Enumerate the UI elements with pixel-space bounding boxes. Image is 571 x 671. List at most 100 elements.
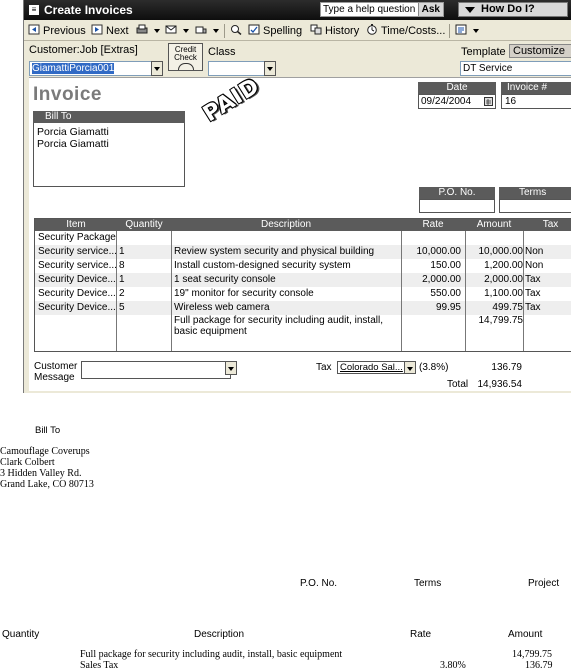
cell-amount[interactable]: 499.75 — [465, 301, 523, 315]
cell-item[interactable]: Security Device... — [38, 287, 116, 301]
tax-dropdown-button[interactable] — [404, 361, 416, 374]
cell-description[interactable]: 1 seat security console — [174, 273, 402, 287]
column-header-tax: Tax — [542, 219, 559, 230]
cell-description[interactable]: Wireless web camera — [174, 301, 402, 315]
cell-rate[interactable]: 10,000.00 — [399, 245, 462, 259]
cell-item[interactable]: Security Device... — [38, 301, 116, 315]
customer-message-select[interactable] — [81, 361, 231, 379]
tax-item-select[interactable]: Colorado Sal... — [337, 361, 405, 374]
cell-quantity[interactable]: 2 — [119, 287, 169, 301]
create-invoices-window: ≡ Create Invoices Type a help question A… — [23, 0, 571, 393]
print-button[interactable] — [136, 24, 160, 38]
cell-tax[interactable]: Non — [525, 259, 565, 273]
column-divider — [401, 231, 402, 351]
spelling-button[interactable]: Spelling — [248, 24, 302, 38]
invoice-form: Invoice PAID Porcia Giamatti Porcia Giam… — [29, 73, 571, 391]
find-button[interactable] — [230, 24, 245, 38]
date-field[interactable]: 09/24/2004 — [418, 94, 496, 109]
invoice-number-field[interactable]: 16 — [501, 94, 571, 109]
cell-description[interactable]: 19" monitor for security console — [174, 287, 402, 301]
cell-quantity[interactable]: 1 — [119, 273, 169, 287]
cell-item[interactable]: Security Device... — [38, 273, 116, 287]
invoice-title: Invoice — [33, 84, 102, 105]
cell-tax[interactable]: Tax — [525, 301, 565, 315]
cell-amount[interactable]: 2,000.00 — [465, 273, 523, 287]
cell-quantity[interactable]: 1 — [119, 245, 169, 259]
cell-tax[interactable]: Non — [525, 245, 565, 259]
invoice-number-value: 16 — [505, 96, 517, 107]
customer-job-select[interactable]: GiamattiPorcia001 — [29, 61, 157, 76]
po-number-header: P.O. No. — [419, 187, 495, 199]
previous-button[interactable]: Previous — [28, 24, 86, 38]
printed-address-line: Grand Lake, CO 80713 — [0, 479, 94, 490]
memorize-icon — [455, 24, 467, 35]
class-dropdown-button[interactable] — [264, 61, 276, 76]
extras-link[interactable]: [Extras] — [101, 44, 138, 56]
cell-amount[interactable]: 1,100.00 — [465, 287, 523, 301]
column-header-amount: Amount — [476, 219, 512, 230]
email-icon — [165, 25, 177, 34]
cell-rate[interactable]: 99.95 — [399, 301, 461, 315]
customer-message-dropdown-button[interactable] — [225, 361, 237, 375]
cell-amount[interactable]: 10,000.00 — [465, 245, 524, 259]
chevron-down-icon[interactable] — [154, 29, 160, 33]
printed-description-label: Description — [194, 629, 245, 640]
credit-check-button[interactable]: Credit Check — [168, 43, 203, 71]
customer-job-value: GiamattiPorcia001 — [32, 63, 115, 74]
printed-line-description: Sales Tax — [80, 660, 119, 671]
ask-button[interactable]: Ask — [417, 3, 443, 16]
printed-address-line: 3 Hidden Valley Rd. — [0, 468, 82, 479]
time-costs-button[interactable]: Time/Costs... — [366, 24, 445, 38]
column-header-item: Item — [66, 219, 86, 230]
class-select[interactable] — [208, 61, 268, 76]
total-amount: 14,936.54 — [477, 379, 523, 390]
toolbar-separator — [449, 24, 450, 38]
template-select[interactable]: DT Service — [460, 61, 571, 76]
package-description[interactable]: Full package for security including audi… — [174, 315, 402, 337]
next-button[interactable]: Next — [91, 24, 129, 38]
customer-job-dropdown-button[interactable] — [151, 61, 163, 76]
memorize-button[interactable] — [455, 24, 479, 38]
cell-tax[interactable]: Tax — [525, 287, 565, 301]
printed-po-label: P.O. No. — [300, 578, 338, 589]
email-button[interactable] — [165, 24, 189, 38]
cell-quantity[interactable]: 8 — [119, 259, 169, 273]
history-button[interactable]: History — [310, 24, 359, 38]
printed-line-amount: 136.79 — [525, 660, 553, 671]
column-header-description: Description — [260, 219, 312, 230]
toolbar-separator — [224, 24, 225, 38]
cell-description[interactable]: Install custom-designed security system — [174, 259, 402, 273]
printed-line-rate: 3.80% — [440, 660, 466, 671]
how-do-i-button[interactable]: How Do I? — [458, 2, 568, 17]
chevron-down-icon[interactable] — [473, 29, 479, 33]
printer-icon — [136, 24, 148, 34]
cell-rate[interactable]: 150.00 — [399, 259, 461, 273]
printed-project-label: Project — [528, 578, 560, 589]
chevron-down-icon[interactable] — [183, 29, 189, 33]
bill-to-header: Bill To — [33, 111, 185, 123]
calendar-icon[interactable] — [484, 97, 493, 106]
terms-field[interactable] — [499, 199, 571, 213]
po-number-field[interactable] — [419, 199, 495, 213]
cell-rate[interactable]: 2,000.00 — [399, 273, 461, 287]
help-question-field[interactable]: Type a help question Ask — [320, 2, 444, 17]
cell-tax[interactable]: Tax — [525, 273, 565, 287]
chevron-down-icon[interactable] — [213, 29, 219, 33]
cell-rate[interactable]: 550.00 — [399, 287, 461, 301]
window-menu-icon[interactable]: ≡ — [29, 5, 39, 15]
printed-bill-to-label: Bill To — [35, 425, 61, 436]
tax-label: Tax — [316, 362, 332, 373]
cell-amount[interactable]: 1,200.00 — [465, 259, 523, 273]
paid-stamp: PAID — [199, 73, 265, 128]
cell-item[interactable]: Security service... — [38, 245, 116, 259]
package-amount[interactable]: 14,799.75 — [465, 315, 524, 326]
ship-button[interactable] — [195, 24, 219, 38]
column-header-quantity: Quantity — [125, 219, 163, 230]
cell-item[interactable]: Security Package — [38, 231, 116, 245]
next-icon — [91, 24, 103, 35]
cell-quantity[interactable]: 5 — [119, 301, 169, 315]
printed-line-amount: 14,799.75 — [512, 649, 552, 660]
cell-item[interactable]: Security service... — [38, 259, 116, 273]
cell-description[interactable]: Review system security and physical buil… — [174, 245, 402, 259]
customize-template-button[interactable]: Customize — [509, 44, 571, 58]
